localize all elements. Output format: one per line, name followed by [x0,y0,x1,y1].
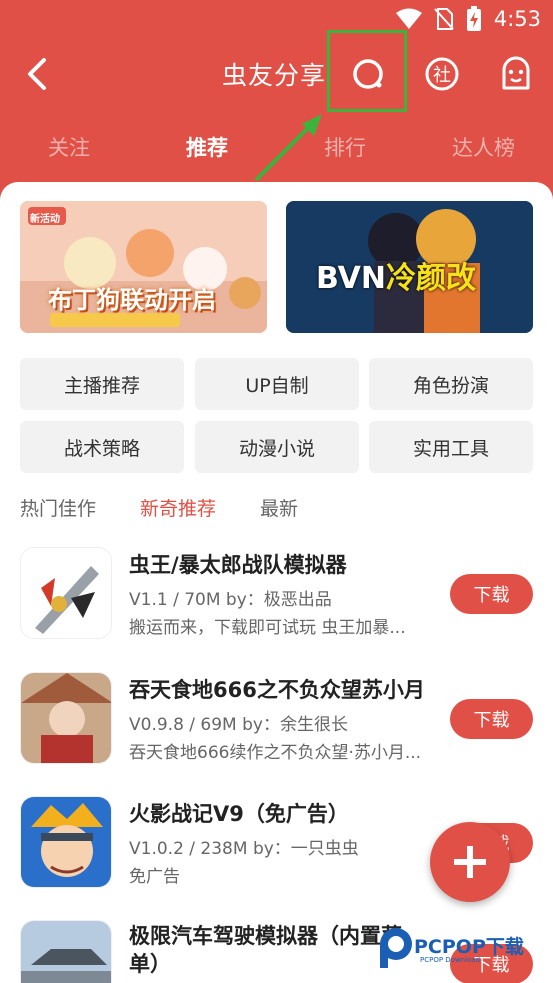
list-item[interactable]: 吞天食地666之不负众望苏小月 V0.9.8 / 69M by：余生很长 吞天食… [0,672,553,782]
banner-1-title: 布丁狗联动开启 [48,286,216,314]
pcpop-logo-icon [380,928,412,968]
list-item[interactable]: 虫王/暴太郎战队模拟器 V1.1 / 70M by：极恶出品 搬运而来，下载即可… [0,547,553,657]
wifi-icon [395,8,422,29]
subtab-novel-recommend[interactable]: 新奇推荐 [140,494,216,521]
banner-1-badge: 新活动 [30,214,60,225]
back-button[interactable] [22,56,58,92]
app-name: 虫王/暴太郎战队模拟器 [129,553,347,577]
subtab-hot[interactable]: 热门佳作 [20,494,96,521]
battery-charging-icon [466,6,481,31]
app-meta: V1.1 / 70M by：极恶出品 [129,590,332,610]
community-button[interactable]: 社 [422,54,462,94]
app-description: 搬运而来，下载即可试玩 虫王加暴... [129,618,406,638]
list-subtabs: 热门佳作 新奇推荐 最新 [20,494,520,524]
plus-icon [454,846,486,878]
tab-experts[interactable]: 达人榜 [452,132,515,162]
category-role-play[interactable]: 角色扮演 [369,358,533,410]
banner-pudding-dog[interactable]: 布丁狗联动开启 新活动 [20,201,267,333]
status-time: 4:53 [493,7,541,31]
app-description: 免广告 [129,867,180,887]
watermark: PCPOP下载 PCPOP Download [378,926,548,970]
svg-text:社: 社 [433,65,451,86]
app-meta: V1.0.2 / 238M by：一只虫虫 [129,839,359,859]
category-anchor-recommend[interactable]: 主播推荐 [20,358,184,410]
page-title: 虫友分享 [222,61,327,90]
no-sim-icon [434,8,454,30]
app-name: 火影战记V9（免广告） [129,802,349,826]
banner-bvn[interactable]: BVN冷颜改 [286,201,533,333]
app-icon [20,920,112,983]
category-up-made[interactable]: UP自制 [195,358,359,410]
add-button[interactable] [430,822,510,902]
search-highlight-box [327,30,407,112]
category-utilities[interactable]: 实用工具 [369,421,533,473]
banner-2-title: BVN冷颜改 [316,261,476,296]
profile-button[interactable] [496,54,536,94]
watermark-brand: PCPOP下载 [414,936,524,958]
download-button[interactable]: 下载 [450,574,533,614]
app-icon [20,796,112,888]
app-description: 吞天食地666续作之不负众望·苏小月... [129,743,422,763]
app-meta: V0.9.8 / 69M by：余生很长 [129,715,348,735]
top-tabs: 关注 推荐 排行 达人榜 [0,122,553,170]
app-name: 吞天食地666之不负众望苏小月 [129,678,425,702]
download-button[interactable]: 下载 [450,699,533,739]
app-header: 虫友分享 社 [0,38,553,110]
tab-follow[interactable]: 关注 [48,132,90,162]
app-icon [20,672,112,764]
watermark-sub: PCPOP Download [420,956,481,964]
category-anime-novel[interactable]: 动漫小说 [195,421,359,473]
tab-recommend[interactable]: 推荐 [186,132,228,162]
subtab-latest[interactable]: 最新 [260,494,298,521]
user-icon [502,56,530,90]
back-arrow-icon [28,58,46,90]
app-icon [20,547,112,639]
community-icon: 社 [425,57,459,91]
tab-ranking[interactable]: 排行 [324,132,366,162]
category-strategy[interactable]: 战术策略 [20,421,184,473]
status-bar: 4:53 [0,0,553,38]
